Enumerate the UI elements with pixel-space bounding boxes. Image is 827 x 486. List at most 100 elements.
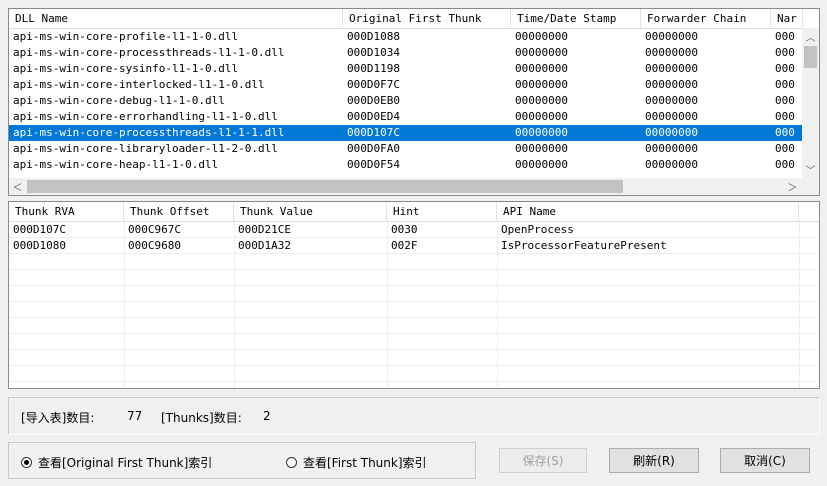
dll-cell-name: 000 [775, 30, 795, 43]
col-name[interactable]: Nar [771, 9, 803, 28]
dll-cell-time-date-stamp: 00000000 [515, 158, 568, 171]
dll-cell-name: 000 [775, 110, 795, 123]
col-thunk-rva[interactable]: Thunk RVA [9, 202, 124, 221]
dll-horizontal-scrollbar[interactable]: ＜ ＞ [9, 178, 819, 195]
chevron-down-icon[interactable]: ﹀ [802, 161, 819, 178]
grid-row-line [9, 317, 819, 318]
thunk-row[interactable]: 000D107C 000C967C 000D21CE 0030 OpenProcess [9, 222, 819, 238]
dll-cell-name: 000 [775, 94, 795, 107]
thunks-count-value: 2 [263, 409, 271, 423]
dll-cell-original-first-thunk: 000D0FA0 [347, 142, 400, 155]
col-original-first-thunk[interactable]: Original First Thunk [343, 9, 511, 28]
chevron-left-icon[interactable]: ＜ [9, 178, 26, 195]
thunk-cell-value: 000D21CE [238, 223, 291, 236]
dll-cell-original-first-thunk: 000D0EB0 [347, 94, 400, 107]
dll-cell-time-date-stamp: 00000000 [515, 78, 568, 91]
thunks-count-label: [Thunks]数目: [161, 411, 242, 425]
vertical-scroll-thumb[interactable] [804, 46, 817, 68]
dll-cell-dll-name: api-ms-win-core-processthreads-l1-1-0.dl… [13, 46, 285, 59]
imports-count-value: 77 [127, 409, 143, 423]
dll-cell-dll-name: api-ms-win-core-libraryloader-l1-2-0.dll [13, 142, 278, 155]
horizontal-scroll-thumb[interactable] [27, 180, 623, 193]
dll-cell-name: 000 [775, 78, 795, 91]
radio-first-label: 查看[First Thunk]索引 [303, 456, 427, 470]
dll-cell-forwarder-chain: 00000000 [645, 142, 698, 155]
dll-cell-original-first-thunk: 000D1034 [347, 46, 400, 59]
col-extra [799, 202, 819, 221]
dll-row[interactable]: api-ms-win-core-processthreads-l1-1-0.dl… [9, 45, 803, 61]
dll-list[interactable]: DLL Name Original First Thunk Time/Date … [8, 8, 820, 196]
col-hint[interactable]: Hint [387, 202, 497, 221]
dll-cell-name: 000 [775, 46, 795, 59]
dll-cell-dll-name: api-ms-win-core-profile-l1-1-0.dll [13, 30, 239, 43]
dll-cell-time-date-stamp: 00000000 [515, 110, 568, 123]
col-dll-name[interactable]: DLL Name [9, 9, 343, 28]
dll-row[interactable]: api-ms-win-core-libraryloader-l1-2-0.dll… [9, 141, 803, 157]
thunk-cell-offset: 000C9680 [128, 239, 181, 252]
dll-cell-time-date-stamp: 00000000 [515, 126, 568, 139]
refresh-button[interactable]: 刷新(R) [609, 448, 699, 473]
dll-row[interactable]: api-ms-win-core-errorhandling-l1-1-0.dll… [9, 109, 803, 125]
radio-original-label: 查看[Original First Thunk]索引 [38, 456, 213, 470]
dll-cell-forwarder-chain: 00000000 [645, 62, 698, 75]
thunk-list[interactable]: Thunk RVA Thunk Offset Thunk Value Hint … [8, 201, 820, 389]
dll-cell-name: 000 [775, 126, 795, 139]
dll-cell-dll-name: api-ms-win-core-processthreads-l1-1-1.dl… [13, 126, 285, 139]
dll-cell-time-date-stamp: 00000000 [515, 62, 568, 75]
save-button[interactable]: 保存(S) [499, 448, 587, 473]
thunk-cell-rva: 000D1080 [13, 239, 66, 252]
dll-cell-dll-name: api-ms-win-core-interlocked-l1-1-0.dll [13, 78, 265, 91]
dll-cell-name: 000 [775, 62, 795, 75]
grid-row-line [9, 285, 819, 286]
dll-cell-original-first-thunk: 000D0ED4 [347, 110, 400, 123]
dll-cell-original-first-thunk: 000D1088 [347, 30, 400, 43]
dll-row[interactable]: api-ms-win-core-processthreads-l1-1-1.dl… [9, 125, 803, 141]
col-time-date-stamp[interactable]: Time/Date Stamp [511, 9, 641, 28]
chevron-up-icon[interactable]: ︿ [802, 28, 819, 45]
grid-row-line [9, 349, 819, 350]
dll-cell-name: 000 [775, 158, 795, 171]
dll-cell-time-date-stamp: 00000000 [515, 46, 568, 59]
dll-row[interactable]: api-ms-win-core-profile-l1-1-0.dll 000D10… [9, 29, 803, 45]
dll-cell-forwarder-chain: 00000000 [645, 158, 698, 171]
col-forwarder-chain[interactable]: Forwarder Chain [641, 9, 771, 28]
dll-row[interactable]: api-ms-win-core-sysinfo-l1-1-0.dll 000D11… [9, 61, 803, 77]
dll-cell-time-date-stamp: 00000000 [515, 30, 568, 43]
thunk-cell-hint: 002F [391, 239, 418, 252]
dll-cell-forwarder-chain: 00000000 [645, 78, 698, 91]
grid-row-line [9, 333, 819, 334]
thunk-cell-api-name: IsProcessorFeaturePresent [501, 239, 667, 252]
dll-cell-dll-name: api-ms-win-core-debug-l1-1-0.dll [13, 94, 225, 107]
dll-row[interactable]: api-ms-win-core-heap-l1-1-0.dll 000D0F54 0… [9, 157, 803, 173]
radio-original-first-thunk[interactable]: 查看[Original First Thunk]索引 [21, 454, 212, 471]
grid-row-line [9, 365, 819, 366]
col-thunk-value[interactable]: Thunk Value [234, 202, 387, 221]
dll-cell-forwarder-chain: 00000000 [645, 30, 698, 43]
radio-checked-icon [21, 457, 32, 468]
thunk-cell-rva: 000D107C [13, 223, 66, 236]
dll-cell-original-first-thunk: 000D107C [347, 126, 400, 139]
thunk-list-header: Thunk RVA Thunk Offset Thunk Value Hint … [9, 202, 819, 222]
radio-unchecked-icon [286, 457, 297, 468]
grid-row-line [9, 301, 819, 302]
col-thunk-offset[interactable]: Thunk Offset [124, 202, 234, 221]
dll-cell-time-date-stamp: 00000000 [515, 94, 568, 107]
dll-cell-forwarder-chain: 00000000 [645, 94, 698, 107]
chevron-right-icon[interactable]: ＞ [784, 178, 801, 195]
grid-row-line [9, 269, 819, 270]
cancel-button[interactable]: 取消(C) [720, 448, 810, 473]
dll-cell-forwarder-chain: 00000000 [645, 110, 698, 123]
dll-cell-forwarder-chain: 00000000 [645, 126, 698, 139]
thunk-row[interactable]: 000D1080 000C9680 000D1A32 002F IsProcessorF… [9, 238, 819, 254]
dll-vertical-scrollbar[interactable]: ︿ ﹀ [802, 28, 819, 178]
dll-cell-name: 000 [775, 142, 795, 155]
radio-first-thunk[interactable]: 查看[First Thunk]索引 [286, 454, 427, 471]
dll-row[interactable]: api-ms-win-core-debug-l1-1-0.dll 000D0EB0… [9, 93, 803, 109]
thunk-cell-api-name: OpenProcess [501, 223, 574, 236]
dll-list-header: DLL Name Original First Thunk Time/Date … [9, 9, 803, 29]
dll-row[interactable]: api-ms-win-core-interlocked-l1-1-0.dll 00… [9, 77, 803, 93]
thunk-mode-group: 查看[Original First Thunk]索引 查看[First Thun… [8, 442, 476, 479]
dll-cell-original-first-thunk: 000D0F54 [347, 158, 400, 171]
dll-cell-dll-name: api-ms-win-core-sysinfo-l1-1-0.dll [13, 62, 239, 75]
col-api-name[interactable]: API Name [497, 202, 799, 221]
